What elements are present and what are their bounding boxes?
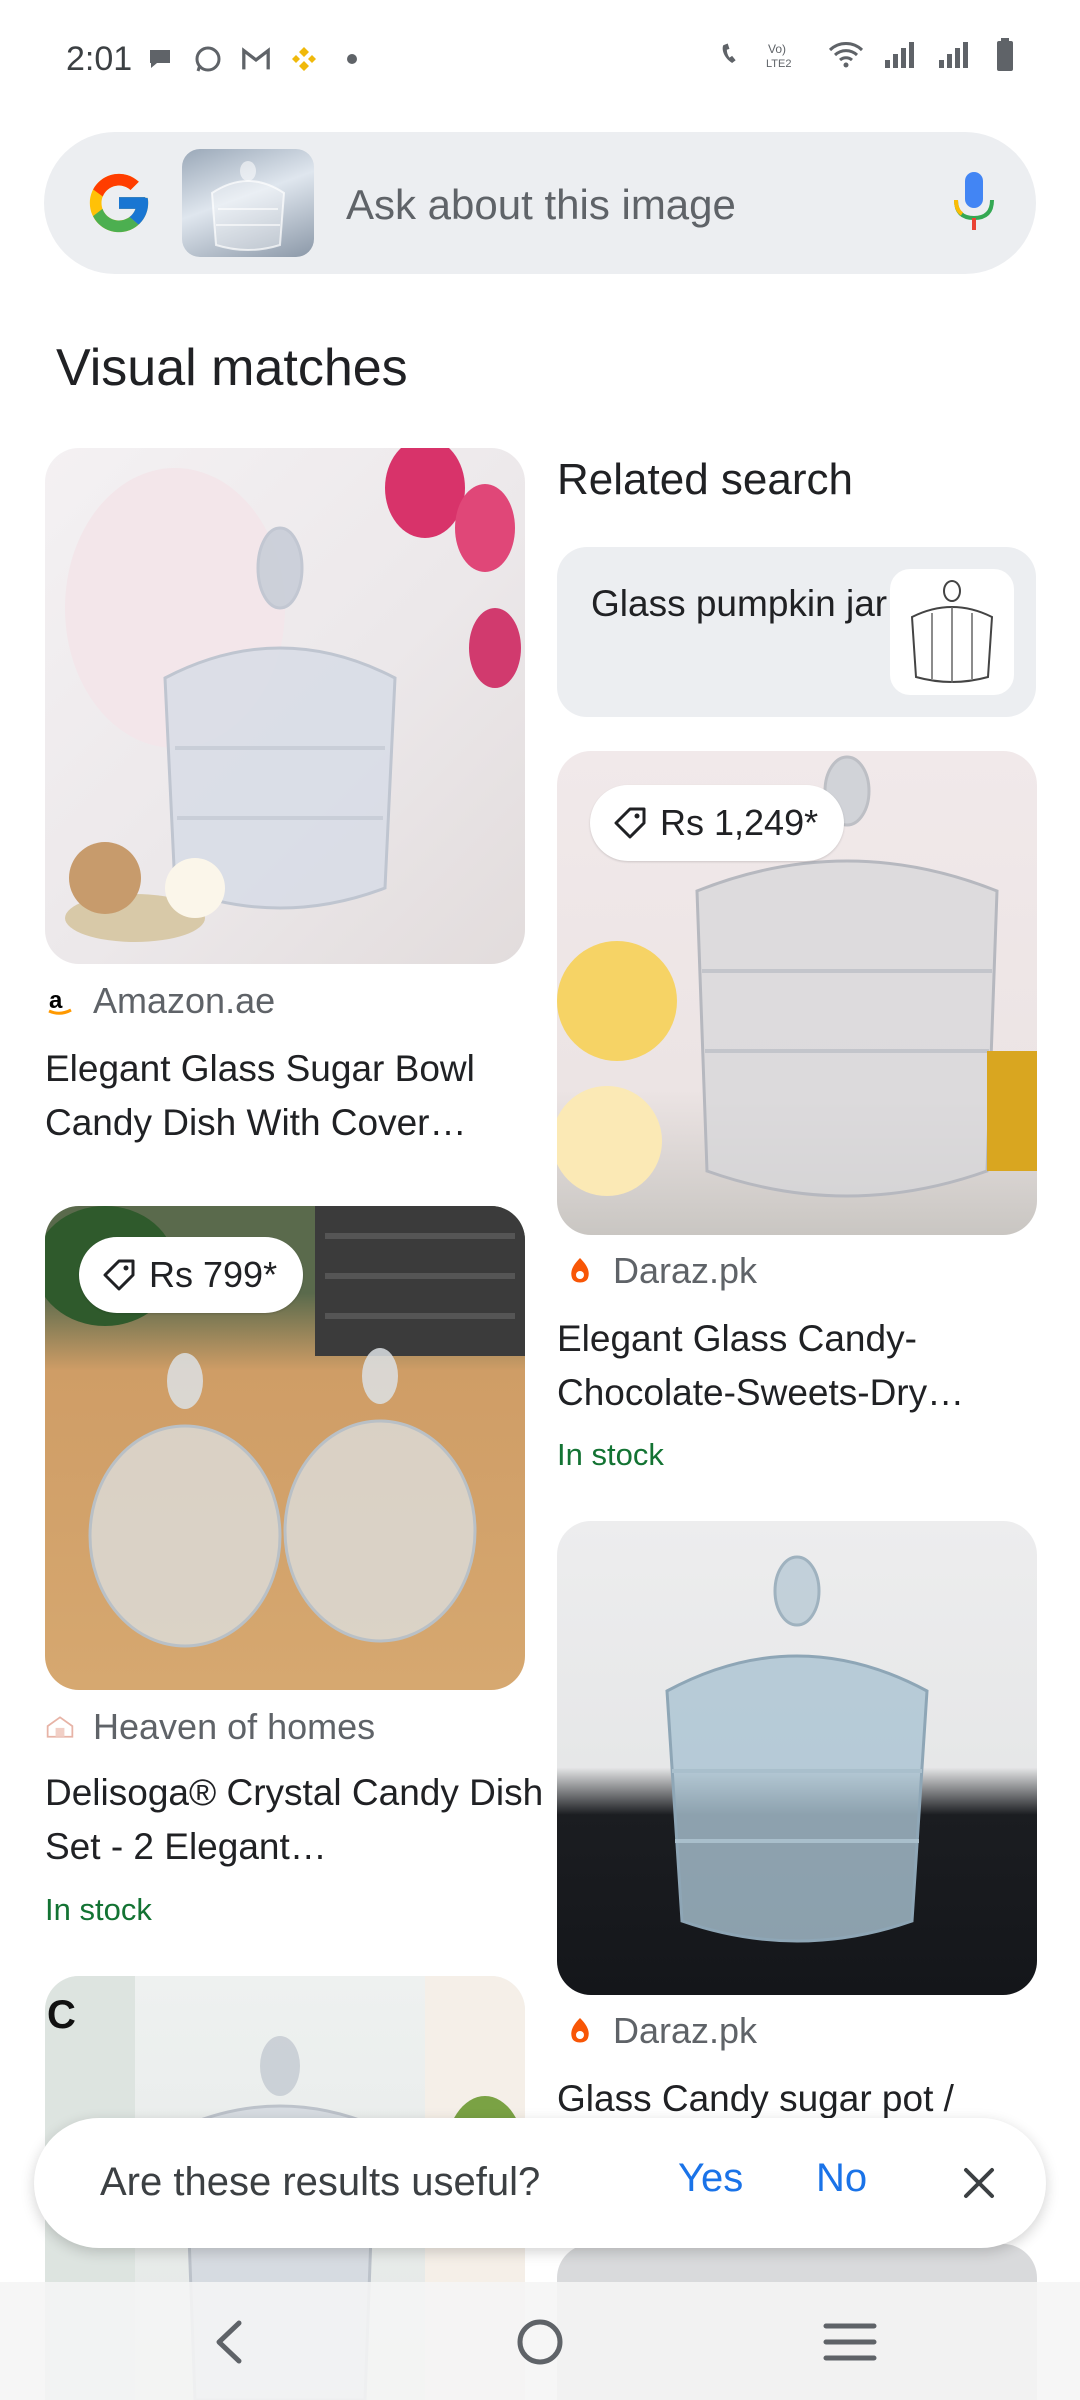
whatsapp-icon [193, 44, 223, 74]
tag-icon [614, 807, 646, 839]
svg-text:Vo): Vo) [768, 42, 786, 56]
signal-icon [936, 40, 972, 70]
feedback-yes-button[interactable]: Yes [662, 2146, 759, 2211]
result-title[interactable]: Elegant Glass Sugar Bowl Candy Dish With… [45, 1042, 545, 1150]
search-bar[interactable] [44, 132, 1036, 274]
wifi-icon [828, 40, 864, 70]
svg-text:a: a [49, 987, 63, 1014]
price-tag: Rs 1,249* [590, 785, 845, 861]
volte-icon: Vo) LTE2 [766, 40, 810, 70]
status-bar: 2:01 Vo) LTE2 [0, 0, 1080, 120]
microphone-icon[interactable] [944, 166, 1004, 240]
search-input[interactable] [344, 176, 908, 234]
price-label: Rs 799* [149, 1254, 278, 1295]
feedback-question: Are these results useful? [100, 2160, 541, 2204]
google-logo-icon[interactable] [84, 168, 154, 238]
related-search-label: Glass pumpkin jar [591, 583, 888, 624]
result-source[interactable]: Daraz.pk [565, 2010, 757, 2052]
wifi-call-icon [718, 40, 748, 70]
amazon-icon: a [45, 986, 75, 1016]
query-image-thumbnail[interactable] [182, 149, 314, 257]
gmail-icon [241, 44, 271, 74]
battery-icon [990, 38, 1020, 71]
result-image-daraz-2[interactable] [557, 1521, 1037, 1995]
svg-text:LTE2: LTE2 [766, 58, 791, 70]
status-time: 2:01 [66, 40, 133, 78]
result-source-label: Heaven of homes [93, 1706, 376, 1747]
feedback-no-button[interactable]: No [800, 2146, 883, 2211]
system-icons: Vo) LTE2 [718, 38, 1020, 71]
dot-icon [337, 44, 367, 74]
stock-status: In stock [557, 1437, 664, 1472]
result-source[interactable]: a Amazon.ae [45, 980, 275, 1022]
feedback-banner: Are these results useful? Yes No [34, 2118, 1046, 2248]
stock-status: In stock [45, 1892, 152, 1927]
signal-icon [882, 40, 918, 70]
tag-icon [103, 1259, 135, 1291]
result-title[interactable]: Delisoga® Crystal Candy Dish Set - 2 Ele… [45, 1766, 545, 1874]
close-icon[interactable] [954, 2158, 1004, 2208]
daraz-icon [565, 2016, 595, 2046]
recents-icon[interactable] [815, 2310, 885, 2374]
related-search-thumbnail [890, 569, 1014, 695]
daraz-icon [565, 1256, 595, 1286]
result-image-amazon[interactable] [45, 448, 525, 964]
svg-text:C: C [47, 1993, 76, 2037]
price-label: Rs 1,249* [660, 802, 819, 843]
notification-icons [145, 44, 367, 74]
result-source[interactable]: Daraz.pk [565, 1250, 757, 1292]
related-search-heading: Related search [557, 455, 853, 504]
system-navigation-bar [0, 2282, 1080, 2400]
result-source[interactable]: Heaven of homes [45, 1706, 375, 1748]
related-search-chip[interactable]: Glass pumpkin jar [557, 547, 1036, 717]
result-title[interactable]: Elegant Glass Candy-Chocolate-Sweets-Dry… [557, 1312, 1057, 1420]
price-tag: Rs 799* [79, 1237, 304, 1313]
chat-bubble-icon [145, 44, 175, 74]
home-icon[interactable] [505, 2310, 575, 2374]
binance-icon [289, 44, 319, 74]
heaven-of-homes-icon [45, 1712, 75, 1742]
result-source-label: Daraz.pk [613, 1250, 758, 1291]
result-source-label: Daraz.pk [613, 2010, 758, 2051]
back-icon[interactable] [194, 2310, 264, 2374]
result-source-label: Amazon.ae [93, 980, 276, 1021]
section-title: Visual matches [56, 339, 408, 397]
